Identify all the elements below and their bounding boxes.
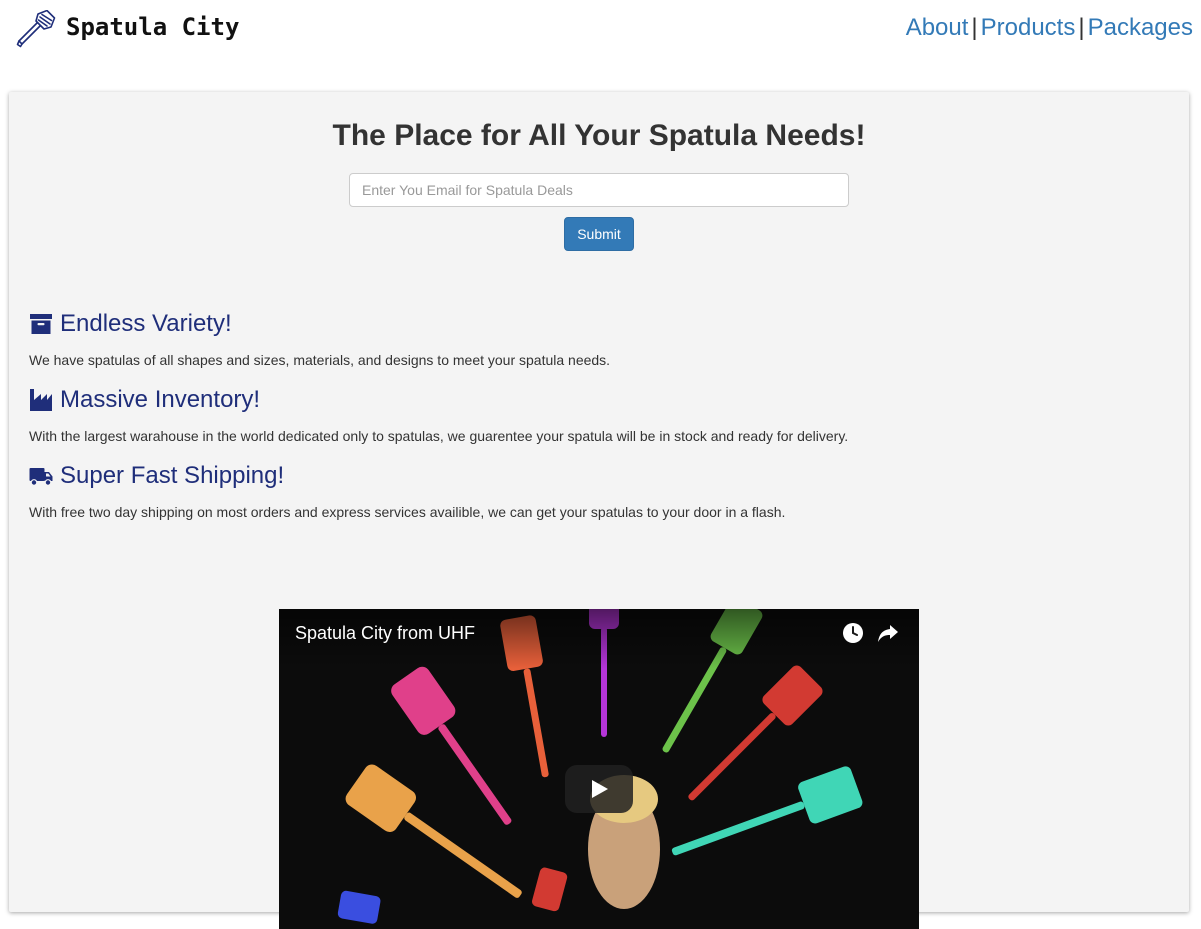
video-player[interactable]: Spatula City from UHF (279, 609, 919, 929)
brand-name[interactable]: Spatula City (66, 12, 239, 42)
play-icon[interactable] (565, 765, 633, 813)
truck-icon (29, 468, 53, 486)
video-title[interactable]: Spatula City from UHF (295, 622, 475, 644)
clock-icon[interactable] (842, 622, 864, 644)
hero-title: The Place for All Your Spatula Needs! (332, 119, 866, 152)
spatula-logo-icon[interactable] (16, 10, 56, 48)
submit-button[interactable]: Submit (564, 217, 634, 251)
nav-link-about[interactable]: About (906, 14, 969, 41)
nav-link-products[interactable]: Products (981, 14, 1076, 41)
feature-description: We have spatulas of all shapes and sizes… (29, 352, 611, 368)
site-header: Spatula City About | Products | Packages (0, 0, 1201, 60)
main-panel: The Place for All Your Spatula Needs! Su… (9, 92, 1189, 929)
feature-shipping: Super Fast Shipping! With free two day s… (29, 461, 1169, 521)
nav-separator: | (1078, 14, 1085, 41)
archive-box-icon (30, 314, 52, 334)
feature-title: Endless Variety! (60, 310, 232, 337)
feature-description: With the largest warahouse in the world … (29, 428, 849, 444)
feature-title: Massive Inventory! (60, 386, 261, 413)
share-icon[interactable] (877, 623, 899, 643)
feature-variety: Endless Variety! We have spatulas of all… (29, 309, 1169, 369)
nav-separator: | (971, 14, 978, 41)
email-input[interactable] (349, 173, 849, 207)
main-nav: About | Products | Packages (906, 12, 1193, 44)
factory-icon (30, 389, 52, 411)
feature-description: With free two day shipping on most order… (29, 504, 786, 520)
nav-link-packages[interactable]: Packages (1088, 14, 1193, 41)
feature-inventory: Massive Inventory! With the largest wara… (29, 385, 1169, 445)
feature-title: Super Fast Shipping! (60, 462, 285, 489)
